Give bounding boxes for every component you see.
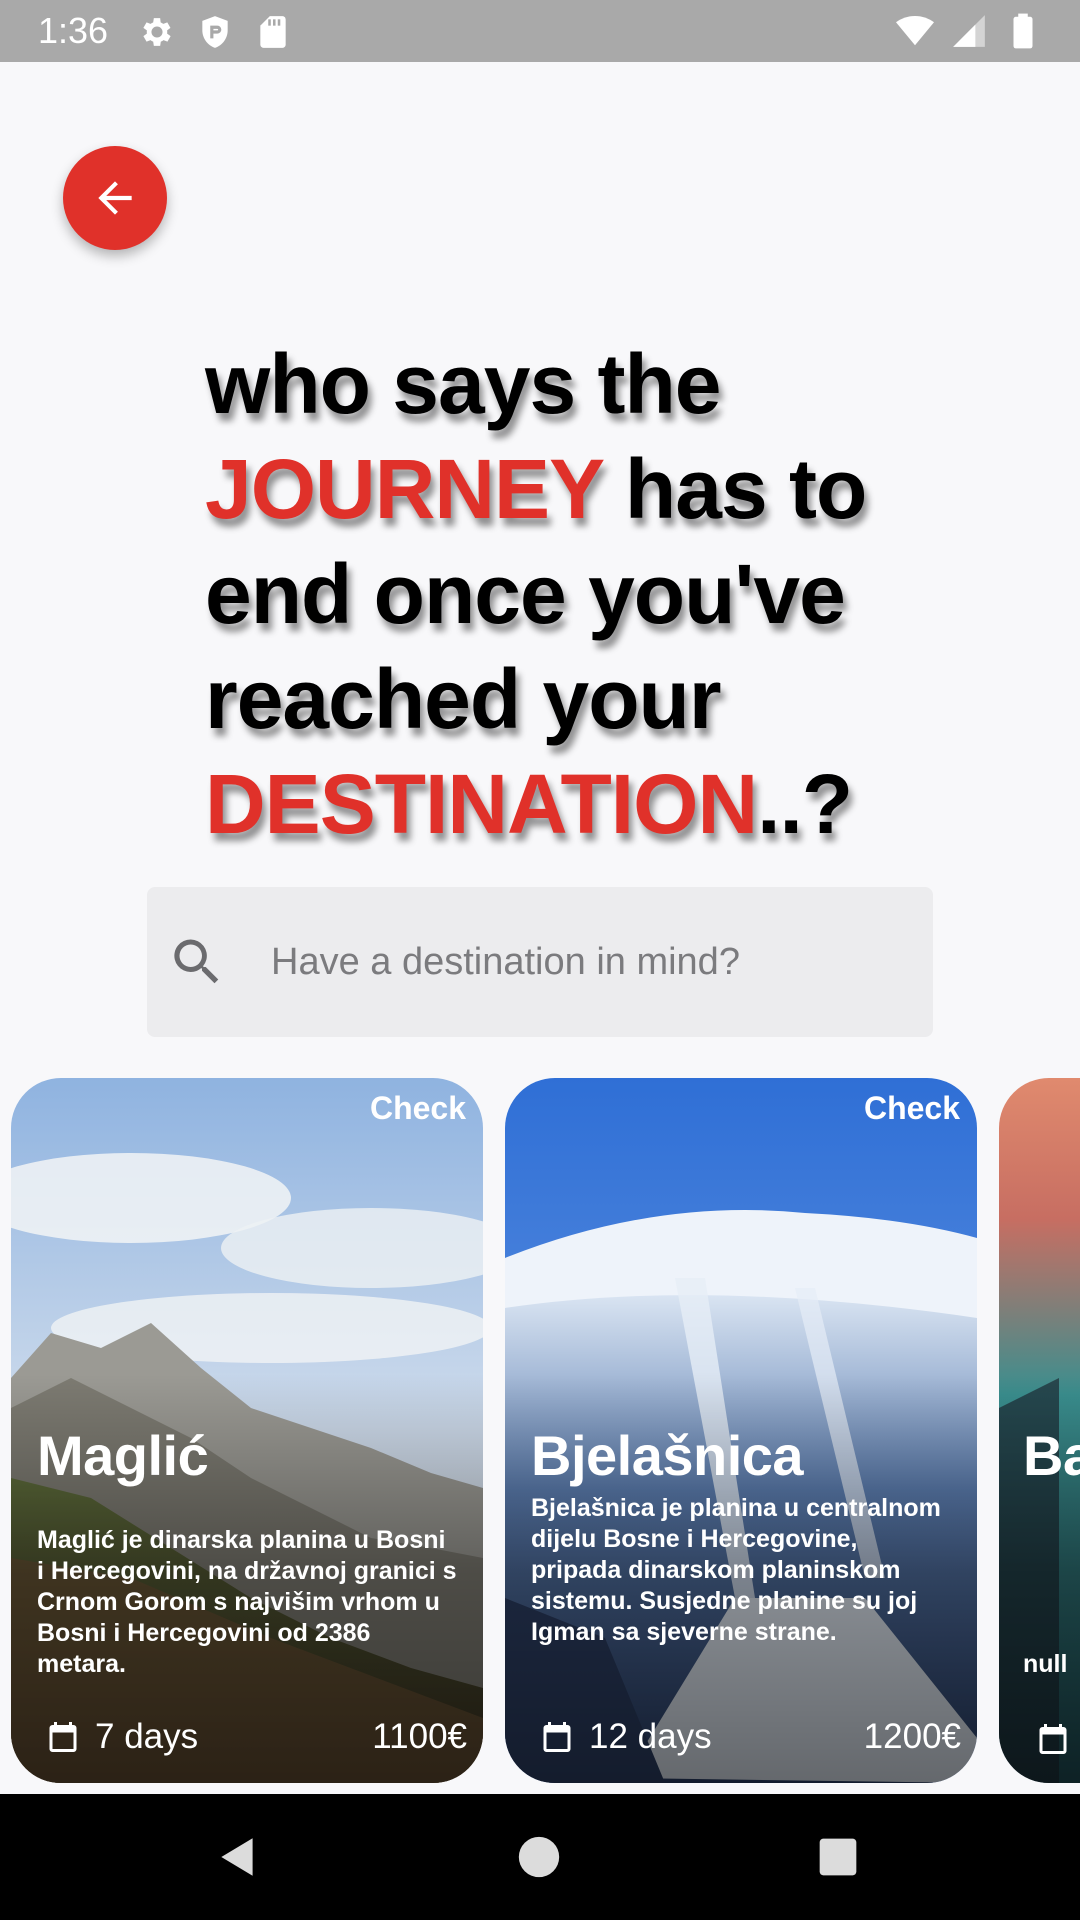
calendar-icon <box>1039 1724 1067 1754</box>
search-icon <box>174 939 219 984</box>
sd-card-icon <box>260 16 286 48</box>
headline-line-3: end once you've <box>205 547 846 641</box>
back-button[interactable] <box>63 146 167 250</box>
destination-card-bjelasnica[interactable]: Check Bjelašnica Bjelašnica je planina u… <box>505 1078 977 1783</box>
headline-line-2: JOURNEY has to <box>205 437 1025 542</box>
destination-carousel[interactable]: Check Maglić Maglić je dinarska planina … <box>0 1078 1080 1783</box>
nav-recents-button[interactable] <box>803 1822 873 1892</box>
status-time: 1:36 <box>38 10 109 51</box>
headline: who says the JOURNEY has to end once you… <box>205 332 1025 857</box>
headline-line-4: reached your <box>205 652 722 746</box>
card-title: Ba <box>1023 1424 1080 1487</box>
destination-card-partial[interactable]: Ba null <box>999 1078 1080 1783</box>
check-button[interactable]: Check <box>370 1090 466 1127</box>
nav-back-button[interactable] <box>203 1822 273 1892</box>
arrow-left-icon <box>98 181 132 215</box>
wifi-icon <box>896 15 934 46</box>
home-circle-icon <box>518 1836 560 1878</box>
calendar-icon <box>49 1722 77 1752</box>
check-button[interactable]: Check <box>864 1090 960 1127</box>
status-bar: 1:36 <box>0 0 1080 62</box>
back-triangle-icon <box>221 1838 253 1876</box>
recents-square-icon <box>819 1838 857 1876</box>
card-footer <box>1035 1721 1080 1757</box>
search-input[interactable] <box>271 940 911 984</box>
card-title: Bjelašnica <box>531 1424 804 1487</box>
headline-journey-word: JOURNEY <box>205 442 604 536</box>
card-price: 1200€ <box>863 1717 961 1756</box>
search-bar[interactable] <box>147 887 933 1037</box>
navigation-bar <box>0 1794 1080 1920</box>
destination-card-maglic[interactable]: Check Maglić Maglić je dinarska planina … <box>11 1078 483 1783</box>
headline-destination-word: DESTINATION <box>205 757 758 851</box>
card-description: null <box>1023 1650 1068 1678</box>
nav-home-button[interactable] <box>504 1822 574 1892</box>
card-description: Maglić je dinarska planina u Bosni i Her… <box>37 1526 457 1678</box>
shield-icon <box>202 16 228 48</box>
headline-line-1: who says the <box>205 337 722 431</box>
signal-icon <box>953 15 985 47</box>
headline-line-5: DESTINATION..? <box>205 752 1025 857</box>
card-duration: 12 days <box>589 1717 712 1756</box>
headline-end-punct: ..? <box>757 757 853 851</box>
card-footer: 7 days 1100€ <box>45 1717 467 1757</box>
card-description: Bjelašnica je planina u centralnom dijel… <box>531 1494 941 1646</box>
battery-icon <box>1013 13 1033 49</box>
status-right-icons <box>896 12 1042 50</box>
status-left-icons <box>138 13 292 51</box>
headline-line-2-rest: has to <box>602 442 867 536</box>
gear-icon <box>143 18 171 46</box>
card-title: Maglić <box>37 1424 209 1487</box>
card-price: 1100€ <box>372 1717 467 1756</box>
card-duration: 7 days <box>95 1717 199 1756</box>
calendar-icon <box>543 1722 571 1752</box>
card-footer: 12 days 1200€ <box>539 1717 961 1757</box>
